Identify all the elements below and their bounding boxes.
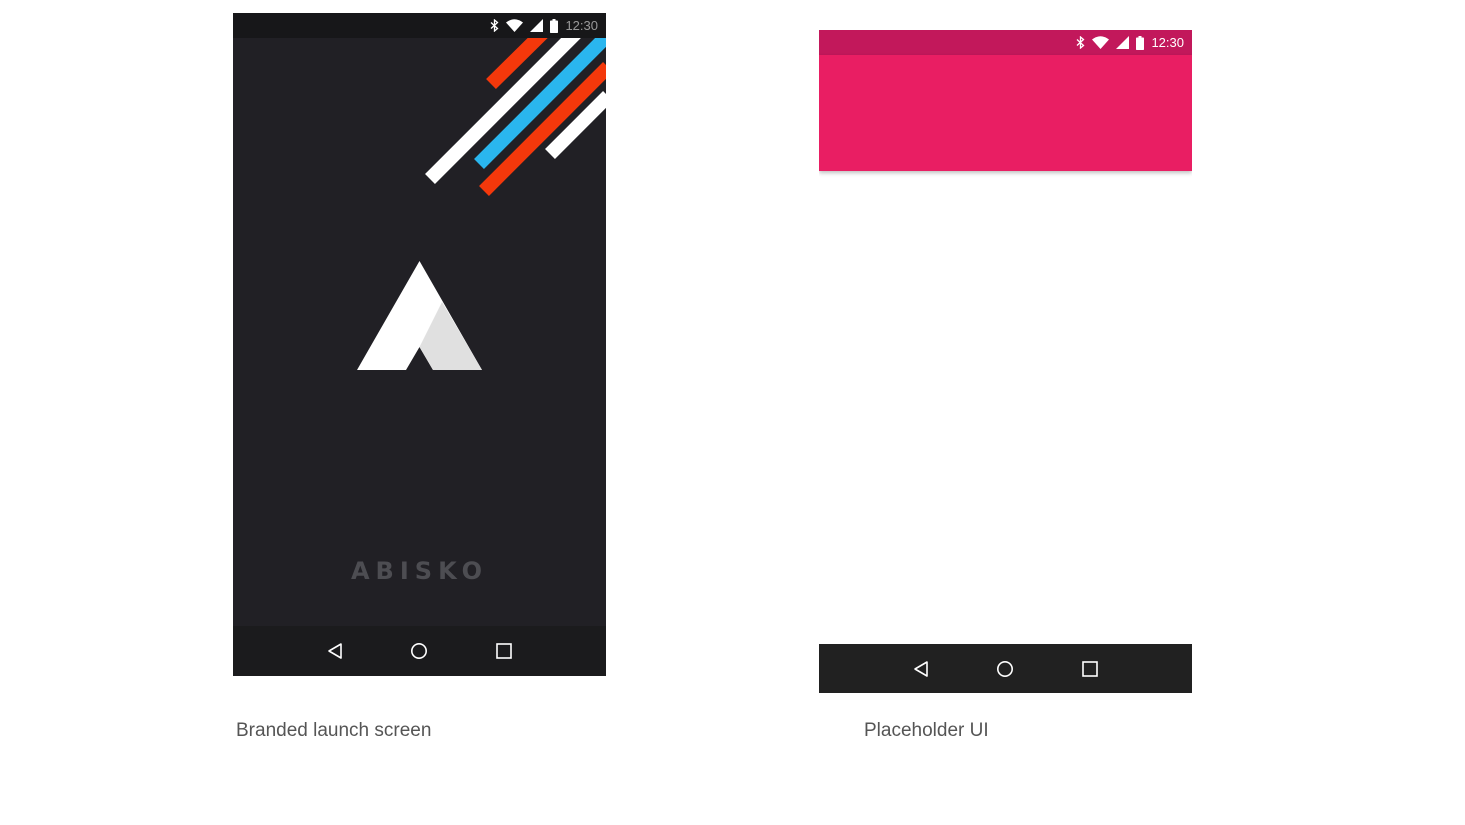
battery-icon bbox=[550, 18, 559, 33]
branded-launch-screen: 12:30 ABISKO bbox=[233, 13, 606, 676]
bluetooth-icon bbox=[1076, 36, 1085, 49]
back-button[interactable] bbox=[321, 637, 349, 665]
abisko-logo-icon bbox=[357, 261, 482, 370]
status-time: 12:30 bbox=[565, 18, 598, 33]
battery-icon bbox=[1136, 35, 1145, 50]
home-button[interactable] bbox=[405, 637, 433, 665]
home-button[interactable] bbox=[991, 655, 1019, 683]
cell-signal-icon bbox=[1116, 36, 1130, 49]
bluetooth-icon bbox=[490, 19, 499, 32]
recents-icon bbox=[496, 643, 512, 659]
wifi-icon bbox=[506, 19, 524, 32]
recents-button[interactable] bbox=[490, 637, 518, 665]
status-bar: 12:30 bbox=[819, 30, 1192, 55]
recents-button[interactable] bbox=[1076, 655, 1104, 683]
navigation-bar bbox=[819, 644, 1192, 693]
caption-branded-launch-screen: Branded launch screen bbox=[236, 720, 432, 741]
navigation-bar bbox=[233, 626, 606, 676]
caption-placeholder-ui: Placeholder UI bbox=[864, 720, 989, 741]
stage: 12:30 ABISKO Branded launch screen 12:30… bbox=[0, 0, 1465, 825]
back-icon bbox=[328, 643, 342, 659]
placeholder-ui-screen: 12:30 bbox=[819, 30, 1192, 693]
brand-wordmark: ABISKO bbox=[350, 557, 488, 585]
status-icons: 12:30 bbox=[1076, 30, 1184, 55]
home-icon bbox=[411, 643, 428, 659]
home-icon bbox=[997, 660, 1014, 677]
status-icons: 12:30 bbox=[490, 13, 598, 38]
status-bar: 12:30 bbox=[233, 13, 606, 38]
back-icon bbox=[914, 660, 928, 677]
status-time: 12:30 bbox=[1151, 35, 1184, 50]
wifi-icon bbox=[1092, 36, 1110, 49]
app-bar bbox=[819, 55, 1192, 171]
back-button[interactable] bbox=[907, 655, 935, 683]
cell-signal-icon bbox=[530, 19, 544, 32]
recents-icon bbox=[1082, 660, 1098, 677]
